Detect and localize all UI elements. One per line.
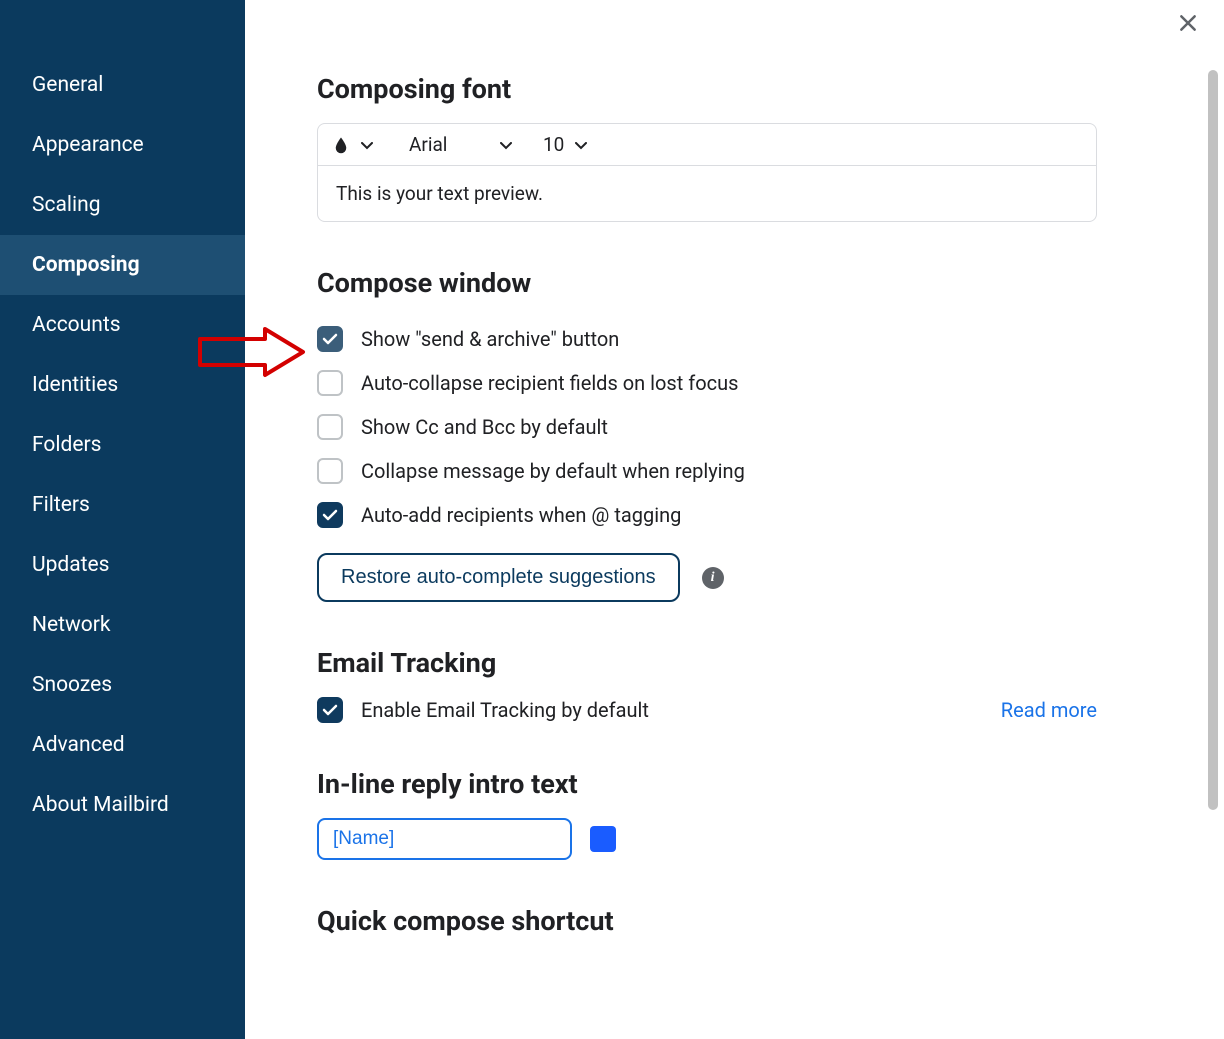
sidebar-item-snoozes[interactable]: Snoozes bbox=[0, 655, 245, 715]
sidebar-item-label: Scaling bbox=[32, 193, 101, 217]
sidebar-item-advanced[interactable]: Advanced bbox=[0, 715, 245, 775]
option-send-archive: Show "send & archive" button bbox=[317, 317, 1224, 361]
font-family-dropdown[interactable] bbox=[495, 134, 517, 156]
sidebar-item-network[interactable]: Network bbox=[0, 595, 245, 655]
font-size-dropdown[interactable] bbox=[570, 134, 592, 156]
checkbox-collapse-message[interactable] bbox=[317, 458, 343, 484]
sidebar-item-label: Network bbox=[32, 613, 111, 637]
sidebar-item-label: Advanced bbox=[32, 733, 125, 757]
sidebar-item-appearance[interactable]: Appearance bbox=[0, 115, 245, 175]
checkbox-enable-tracking[interactable] bbox=[317, 697, 343, 723]
sidebar-item-label: Appearance bbox=[32, 133, 144, 157]
inline-reply-input[interactable] bbox=[317, 818, 572, 860]
heading-inline-reply: In-line reply intro text bbox=[317, 768, 1224, 800]
font-card: Arial 10 This is your text preview. bbox=[317, 123, 1097, 222]
restore-autocomplete-button[interactable]: Restore auto-complete suggestions bbox=[317, 553, 680, 602]
sidebar-item-scaling[interactable]: Scaling bbox=[0, 175, 245, 235]
option-collapse-message: Collapse message by default when replyin… bbox=[317, 449, 1224, 493]
font-color-dropdown[interactable] bbox=[356, 134, 378, 156]
sidebar-item-label: Filters bbox=[32, 493, 90, 517]
chevron-down-icon bbox=[500, 134, 512, 155]
sidebar-item-folders[interactable]: Folders bbox=[0, 415, 245, 475]
sidebar-item-identities[interactable]: Identities bbox=[0, 355, 245, 415]
heading-email-tracking: Email Tracking bbox=[317, 647, 1224, 679]
option-label: Collapse message by default when replyin… bbox=[361, 459, 745, 483]
checkbox-auto-add-recipients[interactable] bbox=[317, 502, 343, 528]
close-button[interactable] bbox=[1178, 10, 1198, 38]
sidebar-item-composing[interactable]: Composing bbox=[0, 235, 245, 295]
sidebar-item-filters[interactable]: Filters bbox=[0, 475, 245, 535]
heading-composing-font: Composing font bbox=[317, 73, 1224, 105]
font-size-label: 10 bbox=[523, 133, 564, 156]
checkbox-send-archive[interactable] bbox=[317, 326, 343, 352]
chevron-down-icon bbox=[575, 134, 587, 155]
option-label: Show Cc and Bcc by default bbox=[361, 415, 608, 439]
checkbox-show-cc-bcc[interactable] bbox=[317, 414, 343, 440]
sidebar-item-about[interactable]: About Mailbird bbox=[0, 775, 245, 835]
read-more-link[interactable]: Read more bbox=[1001, 698, 1097, 722]
option-show-cc-bcc: Show Cc and Bcc by default bbox=[317, 405, 1224, 449]
settings-content: Composing font Arial 10 This is your tex… bbox=[245, 0, 1224, 1039]
option-label: Auto-collapse recipient fields on lost f… bbox=[361, 371, 738, 395]
font-color-icon[interactable] bbox=[332, 134, 350, 156]
sidebar-item-label: Folders bbox=[32, 433, 101, 457]
sidebar-item-label: About Mailbird bbox=[32, 793, 169, 817]
option-label: Enable Email Tracking by default bbox=[361, 698, 649, 722]
sidebar-item-label: Identities bbox=[32, 373, 118, 397]
close-icon bbox=[1178, 7, 1198, 40]
option-label: Auto-add recipients when @ tagging bbox=[361, 503, 681, 527]
scrollbar-thumb[interactable] bbox=[1208, 70, 1218, 810]
restore-row: Restore auto-complete suggestions i bbox=[317, 553, 1224, 602]
tracking-row: Enable Email Tracking by default Read mo… bbox=[317, 697, 1097, 723]
option-auto-add-recipients: Auto-add recipients when @ tagging bbox=[317, 493, 1224, 537]
option-label: Show "send & archive" button bbox=[361, 327, 619, 351]
font-toolbar: Arial 10 bbox=[318, 124, 1096, 166]
font-family-label: Arial bbox=[384, 133, 489, 156]
sidebar-item-label: General bbox=[32, 73, 103, 97]
checkbox-auto-collapse[interactable] bbox=[317, 370, 343, 396]
sidebar-item-updates[interactable]: Updates bbox=[0, 535, 245, 595]
chevron-down-icon bbox=[361, 134, 373, 155]
sidebar-item-label: Composing bbox=[32, 253, 140, 277]
heading-compose-window: Compose window bbox=[317, 267, 1224, 299]
scrollbar-track bbox=[1208, 0, 1218, 1039]
sidebar-item-label: Updates bbox=[32, 553, 110, 577]
font-preview-text: This is your text preview. bbox=[318, 166, 1096, 221]
sidebar-item-label: Accounts bbox=[32, 313, 121, 337]
sidebar-item-accounts[interactable]: Accounts bbox=[0, 295, 245, 355]
option-enable-tracking: Enable Email Tracking by default bbox=[317, 697, 649, 723]
inline-reply-color-swatch[interactable] bbox=[590, 826, 616, 852]
info-icon[interactable]: i bbox=[702, 567, 724, 589]
settings-sidebar: General Appearance Scaling Composing Acc… bbox=[0, 0, 245, 1039]
sidebar-item-label: Snoozes bbox=[32, 673, 112, 697]
option-auto-collapse: Auto-collapse recipient fields on lost f… bbox=[317, 361, 1224, 405]
heading-quick-compose: Quick compose shortcut bbox=[317, 905, 1224, 937]
sidebar-item-general[interactable]: General bbox=[0, 55, 245, 115]
inline-reply-row bbox=[317, 818, 1224, 860]
compose-window-options: Show "send & archive" button Auto-collap… bbox=[317, 317, 1224, 537]
